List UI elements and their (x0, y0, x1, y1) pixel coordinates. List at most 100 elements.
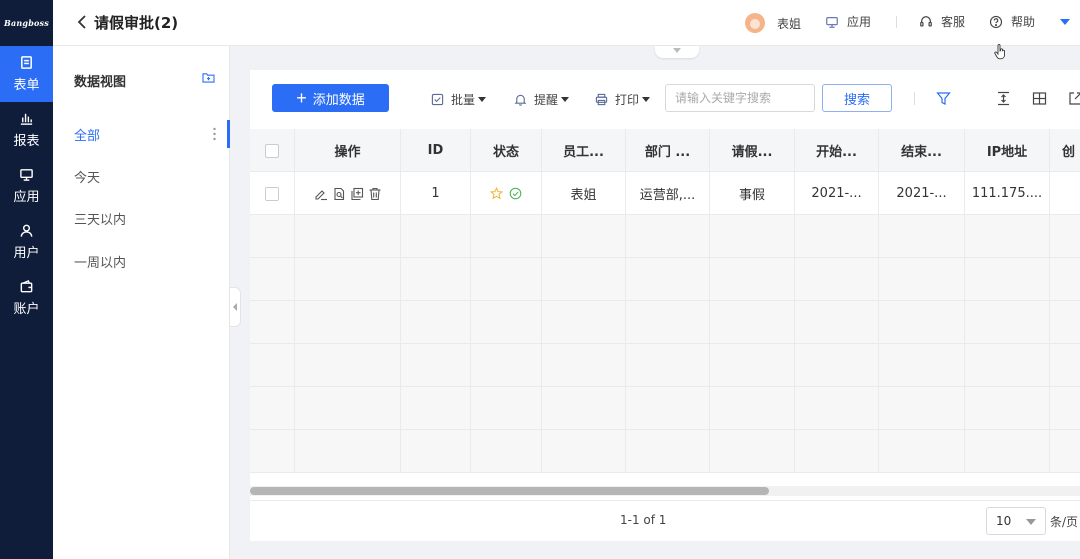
column-header[interactable]: 状态 (471, 129, 542, 172)
view-detail-icon[interactable] (332, 187, 346, 201)
add-folder-icon[interactable] (202, 72, 215, 83)
nav-item-account[interactable]: 账户 (0, 270, 53, 326)
nav-item-report[interactable]: 报表 (0, 102, 53, 158)
add-data-label: 添加数据 (312, 91, 365, 107)
bell-icon (514, 94, 527, 106)
empty-row (250, 301, 1080, 344)
data-view-title: 数据视图 (74, 75, 127, 90)
created-cell (1050, 172, 1080, 215)
caret-down-icon (642, 97, 651, 102)
print-menu[interactable]: 打印 (595, 91, 651, 108)
column-header[interactable]: 创 (1050, 129, 1080, 172)
batch-label: 批量 (451, 93, 476, 107)
nav-item-form[interactable]: 表单 (0, 46, 53, 102)
column-header[interactable]: 部门 ... (626, 129, 710, 172)
row-checkbox[interactable] (265, 186, 279, 201)
data-view-panel: 数据视图 全部 今天 三天以内 一周以内 (53, 46, 230, 559)
form-icon (21, 56, 32, 69)
print-label: 打印 (615, 93, 640, 107)
top-header: 请假审批(2) 表姐 应用 客服 帮助 (53, 0, 1080, 46)
help-link[interactable]: 帮助 (989, 13, 1035, 30)
more-vertical-icon[interactable] (213, 126, 216, 142)
apps-label: 应用 (847, 15, 872, 29)
remind-menu[interactable]: 提醒 (514, 91, 570, 108)
empty-row (250, 387, 1080, 430)
chevron-left-icon (233, 303, 237, 311)
page-size-unit: 条/页 (1050, 515, 1079, 529)
pagination-summary: 1-1 of 1 (620, 513, 667, 527)
back-arrow-icon[interactable] (75, 14, 91, 30)
pagination-bar: 1-1 of 1 10 条/页 (250, 500, 1080, 541)
star-icon[interactable] (490, 187, 503, 200)
page-title: 请假审批(2) (94, 14, 179, 32)
end-date-cell: 2021-... (879, 172, 965, 215)
view-item-label: 三天以内 (74, 212, 127, 228)
search-button[interactable]: 搜索 (822, 84, 892, 112)
sidebar-collapse-handle[interactable] (229, 287, 241, 327)
column-settings-icon[interactable] (1032, 91, 1047, 106)
left-nav: Bangboss 表单 报表 应用 用户 账户 (0, 0, 53, 559)
header-collapse-toggle[interactable] (655, 46, 699, 58)
wallet-icon (20, 279, 33, 293)
copy-icon[interactable] (350, 187, 364, 201)
caret-down-icon (478, 97, 487, 102)
header-dropdown-caret-icon[interactable] (1060, 19, 1070, 25)
caret-down-icon (1026, 519, 1036, 525)
start-date-cell: 2021-... (795, 172, 879, 215)
empty-row (250, 258, 1080, 301)
add-data-button[interactable]: + 添加数据 (272, 84, 389, 112)
chevron-down-icon (673, 48, 681, 53)
table-header-row: 操作 ID 状态 员工... 部门 ... 请假... 开始... 结束... … (250, 129, 1080, 172)
status-cell (471, 172, 542, 215)
headset-icon (920, 15, 932, 27)
search-input[interactable] (665, 84, 815, 112)
column-header[interactable]: 员工... (542, 129, 626, 172)
avatar (745, 13, 765, 33)
monitor-icon (826, 16, 838, 28)
column-header[interactable]: ID (401, 129, 471, 172)
user-icon (20, 224, 33, 237)
column-header[interactable]: IP地址 (965, 129, 1050, 172)
export-icon[interactable] (1068, 91, 1080, 106)
nav-item-users[interactable]: 用户 (0, 214, 53, 270)
user-name: 表姐 (777, 16, 802, 31)
table-toolbar: + 添加数据 批量 提醒 打印 搜索 (250, 70, 1080, 128)
row-height-icon[interactable] (996, 91, 1011, 106)
column-header[interactable]: 操作 (295, 129, 401, 172)
view-item-today[interactable]: 今天 (53, 156, 230, 196)
check-circle-icon[interactable] (509, 187, 522, 200)
page-size-select[interactable]: 10 (986, 507, 1046, 535)
service-link[interactable]: 客服 (919, 13, 965, 30)
view-item-three-days[interactable]: 三天以内 (53, 198, 230, 238)
column-header[interactable]: 开始... (795, 129, 879, 172)
row-actions-cell (295, 172, 401, 215)
apps-link[interactable]: 应用 (825, 13, 871, 30)
nav-item-label: 应用 (13, 190, 40, 205)
column-header[interactable]: 结束... (879, 129, 965, 172)
filter-icon[interactable] (936, 91, 951, 106)
remind-label: 提醒 (534, 93, 559, 107)
batch-menu[interactable]: 批量 (431, 91, 487, 108)
hand-cursor-icon (994, 44, 1005, 60)
table-row[interactable]: 1 表姐 运营部,... 事假 2021-... 2021-... 111.17… (250, 172, 1080, 215)
ip-address-cell: 111.175.... (965, 172, 1050, 215)
checkbox-icon (431, 93, 444, 106)
select-all-checkbox[interactable] (265, 143, 279, 158)
caret-down-icon (561, 97, 570, 102)
nav-item-label: 账户 (13, 302, 40, 317)
delete-icon[interactable] (368, 187, 382, 201)
horizontal-scrollbar-thumb[interactable] (250, 487, 769, 495)
employee-cell: 表姐 (542, 172, 626, 215)
help-label: 帮助 (1011, 15, 1036, 29)
view-item-all[interactable]: 全部 (53, 114, 230, 154)
data-table: 操作 ID 状态 员工... 部门 ... 请假... 开始... 结束... … (250, 129, 1080, 493)
view-item-one-week[interactable]: 一周以内 (53, 241, 230, 281)
column-header[interactable]: 请假... (710, 129, 795, 172)
nav-item-label: 用户 (13, 246, 40, 261)
nav-item-apps[interactable]: 应用 (0, 158, 53, 214)
monitor-icon (20, 169, 33, 181)
view-item-label: 今天 (74, 170, 101, 186)
user-menu[interactable]: 表姐 (745, 13, 801, 33)
edit-icon[interactable] (314, 187, 328, 201)
leave-type-cell: 事假 (710, 172, 795, 215)
